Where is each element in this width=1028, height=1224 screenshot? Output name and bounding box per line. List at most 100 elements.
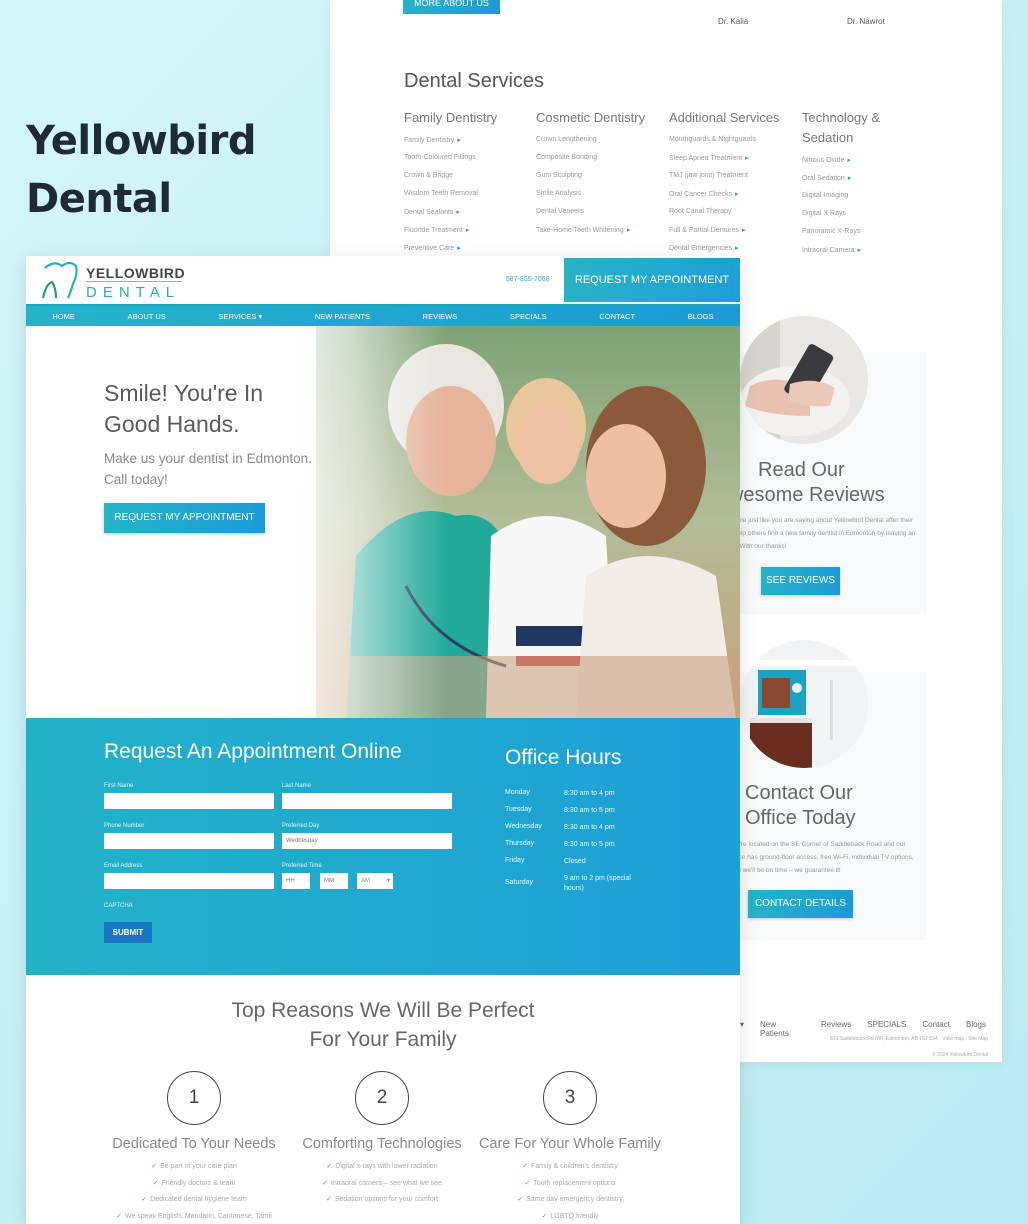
hour-input[interactable]	[282, 873, 310, 889]
hours-day: Wednesday	[505, 823, 542, 830]
hours-time: 9 am to 2 pm (special hours)	[564, 875, 631, 892]
arrow-right-icon: ▸	[857, 247, 862, 254]
checkmark-icon: ✓	[524, 1179, 531, 1187]
service-link[interactable]: Family Dentistry ▸	[404, 136, 529, 154]
hours-day: Saturday	[505, 879, 534, 886]
service-link[interactable]: Take-Home Teeth Whitening ▸	[536, 226, 661, 244]
submit-button[interactable]: SUBMIT	[104, 922, 152, 943]
preferred-time-label: Preferred Time	[282, 863, 322, 869]
service-link[interactable]: Sleep Apnea Treatment ▸	[669, 154, 794, 172]
nav-item[interactable]: REVIEWS	[423, 312, 458, 321]
chevron-down-icon: ▾	[740, 1020, 745, 1029]
office-hours-title: Office Hours	[505, 746, 622, 769]
services-column-additional: Additional Services Mouthguards & Nightg…	[669, 108, 794, 280]
brand-title-line2: Dental	[26, 176, 172, 222]
service-link[interactable]: Oral Cancer Checks ▸	[669, 190, 794, 208]
arrow-right-icon: ▸	[847, 157, 851, 164]
last-name-input[interactable]	[282, 793, 452, 809]
service-link[interactable]: Digital X Rays	[802, 210, 892, 228]
header-request-appointment-button[interactable]: REQUEST MY APPOINTMENT	[564, 258, 740, 302]
appointment-form-section: Request An Appointment Online First Name…	[26, 718, 740, 975]
footer-address: 821 Saddleback Rd NW, Edmonton, AB T6J 5…	[830, 1036, 988, 1042]
hero-request-appointment-button[interactable]: REQUEST MY APPOINTMENT	[104, 503, 265, 533]
preferred-day-input[interactable]	[282, 833, 452, 849]
nav-item[interactable]: ABOUT US	[128, 312, 166, 321]
reason-number-badge: 2	[355, 1071, 409, 1125]
email-input[interactable]	[104, 873, 274, 889]
service-link[interactable]: Root Canal Therapy	[669, 208, 794, 226]
captcha-label: CAPTCHA	[104, 903, 133, 909]
arrow-right-icon: ▸	[847, 175, 852, 182]
nav-item[interactable]: CONTACT	[599, 312, 635, 321]
service-link[interactable]: Oral Sedation ▸	[802, 174, 892, 192]
service-link[interactable]: Intraoral Camera ▸	[802, 246, 892, 264]
phone-label: Phone Number	[104, 823, 145, 829]
service-link[interactable]: Composite Bonding	[536, 154, 661, 172]
minute-input[interactable]	[320, 873, 348, 889]
reason-point: ✓ LGBTQ friendly	[541, 1212, 599, 1220]
doctor-name: Dr. Kalia	[718, 17, 749, 26]
ampm-select[interactable]: AM ▾	[357, 873, 393, 889]
reason-point: ✓ Same day emergency dentistry	[517, 1196, 623, 1203]
checkmark-icon: ✓	[517, 1196, 524, 1203]
brand-title-line1: Yellowbird	[26, 118, 256, 164]
reviews-text: See what people just like you are saying…	[740, 517, 915, 550]
first-name-input[interactable]	[104, 793, 274, 809]
service-link[interactable]: Tooth-Coloured Fillings	[404, 154, 529, 172]
phone-link[interactable]: 587-855-7068	[506, 276, 550, 283]
contact-title-line1: Contact Our	[745, 782, 853, 804]
more-about-us-button[interactable]: MORE ABOUT US	[403, 0, 500, 14]
arrow-right-icon: ▸	[735, 191, 739, 198]
reason-title: Care For Your Whole Family	[478, 1136, 662, 1152]
service-link[interactable]: Crown Lengthening	[536, 136, 661, 154]
phone-input[interactable]	[104, 833, 274, 849]
reason-number-badge: 3	[543, 1071, 597, 1125]
nav-item[interactable]: HOME	[52, 312, 75, 321]
service-link[interactable]: TMJ (jaw joint) Treatment	[669, 172, 794, 190]
service-link[interactable]: Fluoride Treatment ▸	[404, 226, 529, 244]
service-link[interactable]: Digital Imaging	[802, 192, 892, 210]
nav-item[interactable]: BLOGS	[688, 312, 714, 321]
service-link[interactable]: Wisdom Teeth Removal	[404, 190, 529, 208]
arrow-right-icon: ▸	[457, 137, 461, 144]
footer-link[interactable]: New Patients	[760, 1020, 805, 1038]
logo[interactable]: YELLOWBIRD DENTAL	[40, 260, 200, 302]
hours-day: Monday	[505, 789, 530, 796]
form-title: Request An Appointment Online	[104, 740, 402, 763]
office-photo	[740, 640, 868, 768]
services-column-cosmetic: Cosmetic Dentistry Crown Lengthening Comp…	[536, 108, 661, 244]
service-link[interactable]: Nitrous Oxide ▸	[802, 156, 892, 174]
reason-number-badge: 1	[167, 1071, 221, 1125]
checkmark-icon: ✓	[541, 1212, 548, 1220]
tooth-logo-icon	[41, 261, 78, 299]
nav-item[interactable]: SERVICES ▾	[218, 312, 262, 321]
site-header: YELLOWBIRD DENTAL 587-855-7068 REQUEST M…	[26, 256, 740, 304]
first-name-label: First Name	[104, 783, 134, 789]
service-link[interactable]: Gum Sculpting	[536, 172, 661, 190]
hours-time: 8:30 am to 4 pm	[564, 790, 615, 797]
reviews-title-line1: Read Our	[758, 459, 845, 481]
nav-item[interactable]: NEW PATIENTS	[315, 312, 370, 321]
see-reviews-button[interactable]: SEE REVIEWS	[761, 567, 840, 595]
service-link[interactable]: Panoramic X-Rays	[802, 228, 892, 246]
service-link[interactable]: Smile Analysis	[536, 190, 661, 208]
hours-time: 8:30 am to 4 pm	[564, 824, 615, 831]
logo-divider	[86, 281, 182, 282]
arrow-right-icon: ▸	[456, 209, 460, 216]
hours-time: 8:30 am to 5 pm	[564, 807, 615, 814]
hero-subheading: Make us your dentist in Edmonton. Call t…	[104, 451, 312, 487]
service-link[interactable]: Full & Partial Dentures ▸	[669, 226, 794, 244]
brand-title: Yellowbird Dental	[26, 112, 256, 228]
service-link[interactable]: Dental Veneers	[536, 208, 661, 226]
service-link[interactable]: Crown & Bridge	[404, 172, 529, 190]
contact-details-button[interactable]: CONTACT DETAILS	[748, 890, 853, 918]
hours-time: Closed	[564, 858, 586, 865]
reasons-title: Top Reasons We Will Be Perfect For Your …	[231, 999, 535, 1051]
services-column-title: Family Dentistry	[404, 110, 498, 125]
checkmark-icon: ✓	[326, 1196, 332, 1203]
last-name-label: Last Name	[282, 783, 312, 789]
contact-text: We're located on the SE Corner of Saddle…	[740, 841, 914, 874]
service-link[interactable]: Dental Sealants ▸	[404, 208, 529, 226]
nav-item[interactable]: SPECIALS	[510, 312, 547, 321]
service-link[interactable]: Mouthguards & Nightguards	[669, 136, 794, 154]
